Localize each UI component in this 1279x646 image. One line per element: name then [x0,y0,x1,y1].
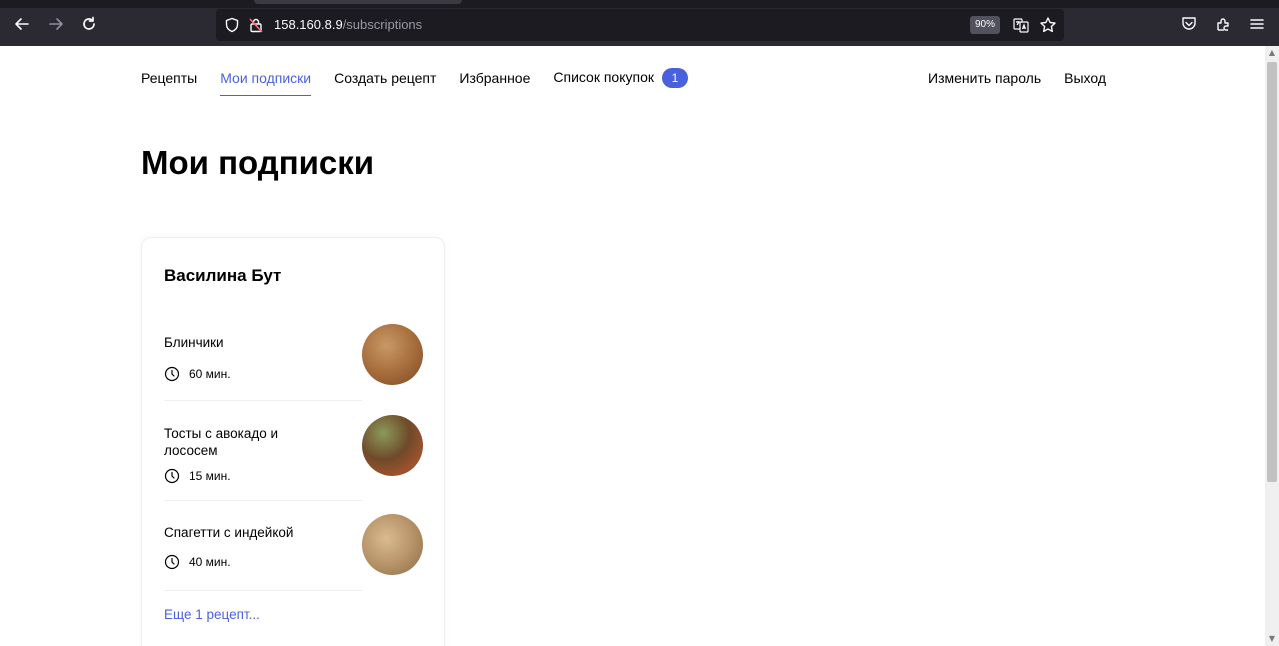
nav-link-shopping-list[interactable]: Список покупок 1 [553,68,688,88]
scroll-thumb[interactable] [1267,62,1277,482]
recipe-time-value: 60 мин. [189,367,231,381]
author-name[interactable]: Василина Бут [164,266,281,286]
recipe-time-value: 15 мин. [189,469,231,483]
more-recipes-link[interactable]: Еще 1 рецепт... [164,607,260,622]
nav-link-recipes[interactable]: Рецепты [141,70,197,86]
scroll-down-icon[interactable]: ▼ [1267,634,1277,644]
recipe-name[interactable]: Спагетти с индейкой [164,524,334,541]
recipe-image[interactable] [362,324,423,385]
recipe-item[interactable]: Тосты с авокадо и лососем 15 мин. [164,415,424,502]
translate-icon[interactable] [1012,16,1030,34]
clock-icon [164,468,180,484]
nav-link-shopping-list-label: Список покупок [553,69,654,85]
recipe-image[interactable] [362,514,423,575]
back-button[interactable] [12,14,32,34]
logout-link[interactable]: Выход [1064,70,1106,86]
reload-button[interactable] [79,14,99,34]
page-viewport: Рецепты Мои подписки Создать рецепт Избр… [0,46,1265,646]
recipe-time: 60 мин. [164,366,231,382]
clock-icon [164,366,180,382]
nav-link-subscriptions[interactable]: Мои подписки [220,70,311,96]
arrow-right-icon [49,18,63,30]
divider [164,590,362,591]
scroll-up-icon[interactable]: ▲ [1267,48,1277,58]
arrow-left-icon [15,18,29,30]
clock-icon [164,554,180,570]
recipe-item[interactable]: Спагетти с индейкой 40 мин. [164,514,424,592]
account-nav: Изменить пароль Выход [928,68,1129,88]
url-host: 158.160.8.9 [274,17,343,32]
insecure-lock-icon[interactable] [248,17,264,33]
nav-link-favorites[interactable]: Избранное [459,70,530,86]
tab-strip [0,0,1279,8]
bookmark-star-icon[interactable] [1039,16,1057,34]
address-bar[interactable]: 158.160.8.9/subscriptions 90% [216,9,1064,41]
active-tab[interactable] [254,0,462,4]
recipe-time: 15 мин. [164,468,231,484]
scrollbar[interactable]: ▲ ▼ [1265,46,1279,646]
recipe-name[interactable]: Блинчики [164,334,334,351]
main-nav: Рецепты Мои подписки Создать рецепт Избр… [141,68,711,96]
recipe-image[interactable] [362,415,423,476]
recipe-time: 40 мин. [164,554,231,570]
page-title: Мои подписки [141,144,375,181]
menu-icon[interactable] [1248,15,1266,33]
url-path: /subscriptions [342,17,423,32]
forward-button[interactable] [46,14,66,34]
zoom-level-button[interactable]: 90% [970,16,1001,34]
pocket-icon[interactable] [1180,15,1198,33]
subscription-card: Василина Бут Блинчики 60 мин. Тосты с ав… [141,237,445,646]
recipe-time-value: 40 мин. [189,555,231,569]
divider [164,500,362,501]
reload-icon [83,16,95,30]
recipe-item[interactable]: Блинчики 60 мин. [164,324,424,402]
recipe-name[interactable]: Тосты с авокадо и лососем [164,425,334,459]
url-text[interactable]: 158.160.8.9/subscriptions [274,17,422,32]
change-password-link[interactable]: Изменить пароль [928,70,1041,86]
shield-icon[interactable] [224,17,240,33]
divider [164,400,362,401]
nav-link-create-recipe[interactable]: Создать рецепт [334,70,436,86]
browser-toolbar: 158.160.8.9/subscriptions 90% [0,0,1279,46]
shopping-list-count-badge: 1 [662,68,688,88]
extensions-icon[interactable] [1214,15,1232,33]
